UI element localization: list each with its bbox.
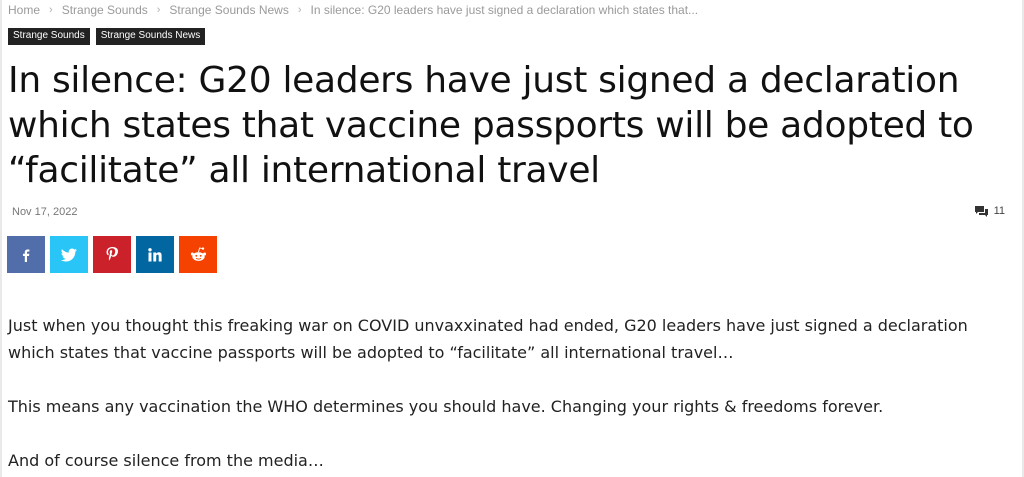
article-title: In silence: G20 leaders have just signed…	[8, 60, 974, 191]
breadcrumb-home[interactable]: Home	[8, 3, 40, 17]
share-buttons	[7, 236, 217, 273]
share-pinterest-button[interactable]	[93, 236, 131, 273]
linkedin-icon	[148, 247, 162, 261]
twitter-icon	[61, 248, 77, 261]
chevron-right-icon: ›	[297, 4, 302, 16]
breadcrumb-strange-sounds[interactable]: Strange Sounds	[62, 3, 148, 17]
category-tag-strange-sounds[interactable]: Strange Sounds	[8, 28, 90, 45]
category-tags: Strange Sounds Strange Sounds News	[8, 28, 206, 45]
article-paragraph: Just when you thought this freaking war …	[8, 316, 968, 362]
page-frame-left	[0, 0, 2, 477]
share-facebook-button[interactable]	[7, 236, 45, 273]
post-date: Nov 17, 2022	[12, 206, 78, 218]
category-tag-strange-sounds-news[interactable]: Strange Sounds News	[95, 28, 206, 45]
comments-icon	[974, 205, 988, 217]
share-reddit-button[interactable]	[179, 236, 217, 273]
article-paragraph: And of course silence from the media…	[8, 451, 324, 470]
breadcrumb-current: In silence: G20 leaders have just signed…	[310, 3, 699, 17]
pinterest-icon	[106, 247, 118, 261]
facebook-icon	[23, 249, 30, 262]
comment-count: 11	[993, 205, 1005, 217]
chevron-right-icon: ›	[49, 4, 53, 16]
chevron-right-icon: ›	[156, 4, 161, 16]
breadcrumb-strange-sounds-news[interactable]: Strange Sounds News	[169, 3, 288, 17]
share-twitter-button[interactable]	[50, 236, 88, 273]
reddit-icon	[190, 247, 206, 261]
comments-link[interactable]: 11	[974, 205, 1005, 217]
breadcrumb: Home › Strange Sounds › Strange Sounds N…	[8, 3, 698, 17]
article-paragraph: This means any vaccination the WHO deter…	[8, 397, 884, 416]
article-body: Just when you thought this freaking war …	[8, 312, 1008, 474]
share-linkedin-button[interactable]	[136, 236, 174, 273]
